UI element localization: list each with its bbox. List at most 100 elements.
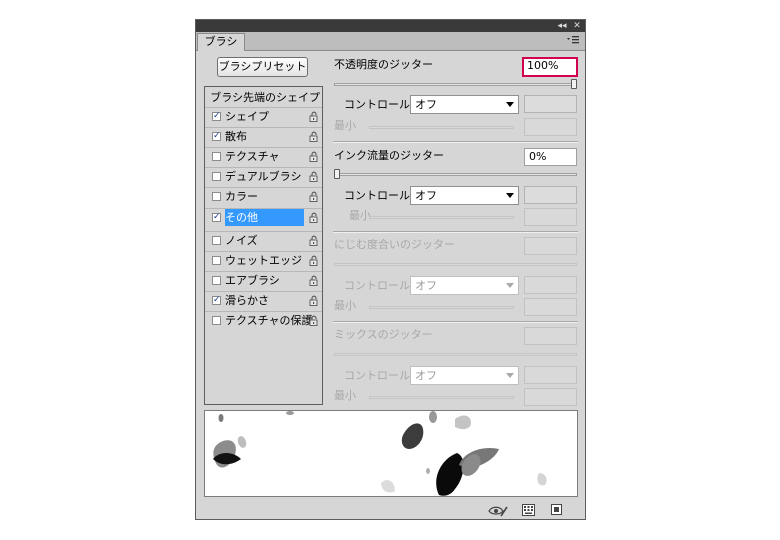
lock-icon[interactable] (309, 191, 319, 202)
brush-setting-item[interactable]: デュアルブラシ (205, 167, 322, 185)
mix-control-blank (524, 366, 577, 384)
brush-setting-checkbox[interactable] (212, 172, 221, 181)
brush-setting-item[interactable]: ✓ シェイプ (205, 107, 322, 125)
collapse-icon[interactable]: ◂◂ (556, 20, 568, 32)
panel-titlebar: ◂◂ ✕ (196, 20, 585, 32)
brush-setting-checkbox[interactable]: ✓ (212, 132, 221, 141)
tab-row: ブラシ (196, 32, 585, 51)
wetness-jitter-label: にじむ度合いのジッター (334, 238, 455, 251)
chevron-down-icon (506, 373, 514, 378)
opacity-jitter-label: 不透明度のジッター (334, 58, 433, 71)
brush-setting-label[interactable]: デュアルブラシ (225, 168, 304, 185)
brush-setting-item[interactable]: テクスチャ (205, 147, 322, 165)
lock-icon[interactable] (309, 131, 319, 142)
lock-icon[interactable] (309, 212, 319, 223)
lock-icon[interactable] (309, 171, 319, 182)
brush-setting-label[interactable]: 滑らかさ (225, 292, 304, 309)
brush-setting-label[interactable]: テクスチャの保護 (225, 312, 313, 329)
mix-min-field (524, 388, 577, 406)
wetness-min-field (524, 298, 577, 316)
opacity-jitter-slider[interactable] (334, 83, 577, 86)
divider (333, 321, 578, 323)
flow-jitter-field[interactable]: 0% (524, 148, 577, 166)
brush-setting-item[interactable]: ✓ 散布 (205, 127, 322, 145)
brush-setting-checkbox[interactable] (212, 236, 221, 245)
brush-setting-label[interactable]: テクスチャ (225, 148, 304, 165)
opacity-min-field[interactable] (524, 118, 577, 136)
flow-control-blank (524, 186, 577, 204)
brush-setting-label[interactable]: ウェットエッジ (225, 252, 304, 269)
brush-setting-checkbox[interactable] (212, 152, 221, 161)
wetness-jitter-field (524, 237, 577, 255)
brush-setting-item[interactable]: ノイズ (205, 231, 322, 249)
brush-stroke-preview (204, 410, 578, 497)
mix-jitter-slider (334, 353, 577, 356)
divider (333, 231, 578, 233)
opacity-jitter-slider-handle[interactable] (571, 79, 577, 89)
lock-icon[interactable] (309, 315, 319, 326)
flow-min-slider[interactable] (369, 216, 514, 219)
brush-setting-item[interactable]: ✓ 滑らかさ (205, 291, 322, 309)
opacity-control-blank (524, 95, 577, 113)
brush-setting-label[interactable]: カラー (225, 188, 304, 205)
divider (333, 141, 578, 143)
brush-setting-label[interactable]: シェイプ (225, 108, 304, 125)
brush-tip-shape-header[interactable]: ブラシ先端のシェイプ (205, 89, 322, 106)
brush-setting-label[interactable]: エアブラシ (225, 272, 304, 289)
brush-setting-checkbox[interactable]: ✓ (212, 112, 221, 121)
flow-min-label: 最小 (349, 209, 371, 222)
brush-presets-button[interactable]: ブラシプリセット (217, 57, 308, 77)
brush-setting-item[interactable]: ウェットエッジ (205, 251, 322, 269)
panel-menu-icon[interactable] (567, 35, 579, 45)
brush-setting-label[interactable]: 散布 (225, 128, 304, 145)
grid-icon[interactable] (522, 504, 535, 516)
flow-control-select[interactable]: オフ (410, 186, 519, 205)
flow-jitter-slider[interactable] (334, 173, 577, 176)
brush-setting-item[interactable]: ✓ その他 (205, 208, 322, 226)
wetness-control-blank (524, 276, 577, 294)
tab-brush[interactable]: ブラシ (197, 33, 245, 51)
flow-control-value: オフ (415, 189, 437, 202)
lock-icon[interactable] (309, 235, 319, 246)
mix-jitter-field (524, 327, 577, 345)
mix-min-label: 最小 (334, 389, 356, 402)
opacity-jitter-field[interactable]: 100% (522, 57, 578, 77)
brush-setting-item[interactable]: カラー (205, 187, 322, 205)
petal-stroke-preview-image (213, 411, 547, 496)
lock-icon[interactable] (309, 255, 319, 266)
brush-setting-label[interactable]: ノイズ (225, 232, 304, 249)
wetness-min-label: 最小 (334, 299, 356, 312)
wetness-control-value: オフ (415, 279, 437, 292)
brush-setting-item[interactable]: エアブラシ (205, 271, 322, 289)
mix-control-select: オフ (410, 366, 519, 385)
new-preset-icon[interactable] (551, 504, 563, 516)
mix-jitter-label: ミックスのジッター (334, 328, 433, 341)
brush-settings-list: ブラシ先端のシェイプ ✓ シェイプ ✓ 散布テクスチャデュアルブラシ カラー ✓ その他ノイ… (204, 86, 323, 405)
chevron-down-icon (506, 283, 514, 288)
brush-setting-item[interactable]: テクスチャの保護 (205, 311, 322, 329)
flow-jitter-label: インク流量のジッター (334, 149, 444, 162)
brush-setting-checkbox[interactable]: ✓ (212, 296, 221, 305)
opacity-min-slider[interactable] (369, 126, 514, 129)
flow-jitter-slider-handle[interactable] (334, 169, 340, 179)
chevron-down-icon (506, 193, 514, 198)
flow-min-field[interactable] (524, 208, 577, 226)
opacity-control-select[interactable]: オフ (410, 95, 519, 114)
brush-setting-checkbox[interactable] (212, 276, 221, 285)
mix-min-slider (369, 396, 514, 399)
brush-setting-checkbox[interactable]: ✓ (212, 213, 221, 222)
lock-icon[interactable] (309, 111, 319, 122)
close-icon[interactable]: ✕ (571, 20, 583, 32)
lock-icon[interactable] (309, 295, 319, 306)
wetness-min-slider (369, 306, 514, 309)
lock-icon[interactable] (309, 275, 319, 286)
brush-setting-checkbox[interactable] (212, 192, 221, 201)
mix-control-value: オフ (415, 369, 437, 382)
brush-setting-checkbox[interactable] (212, 256, 221, 265)
wetness-control-select: オフ (410, 276, 519, 295)
lock-icon[interactable] (309, 151, 319, 162)
brush-setting-label[interactable]: その他 (225, 209, 304, 226)
chevron-down-icon (506, 102, 514, 107)
eye-brush-icon[interactable] (488, 504, 508, 517)
brush-setting-checkbox[interactable] (212, 316, 221, 325)
